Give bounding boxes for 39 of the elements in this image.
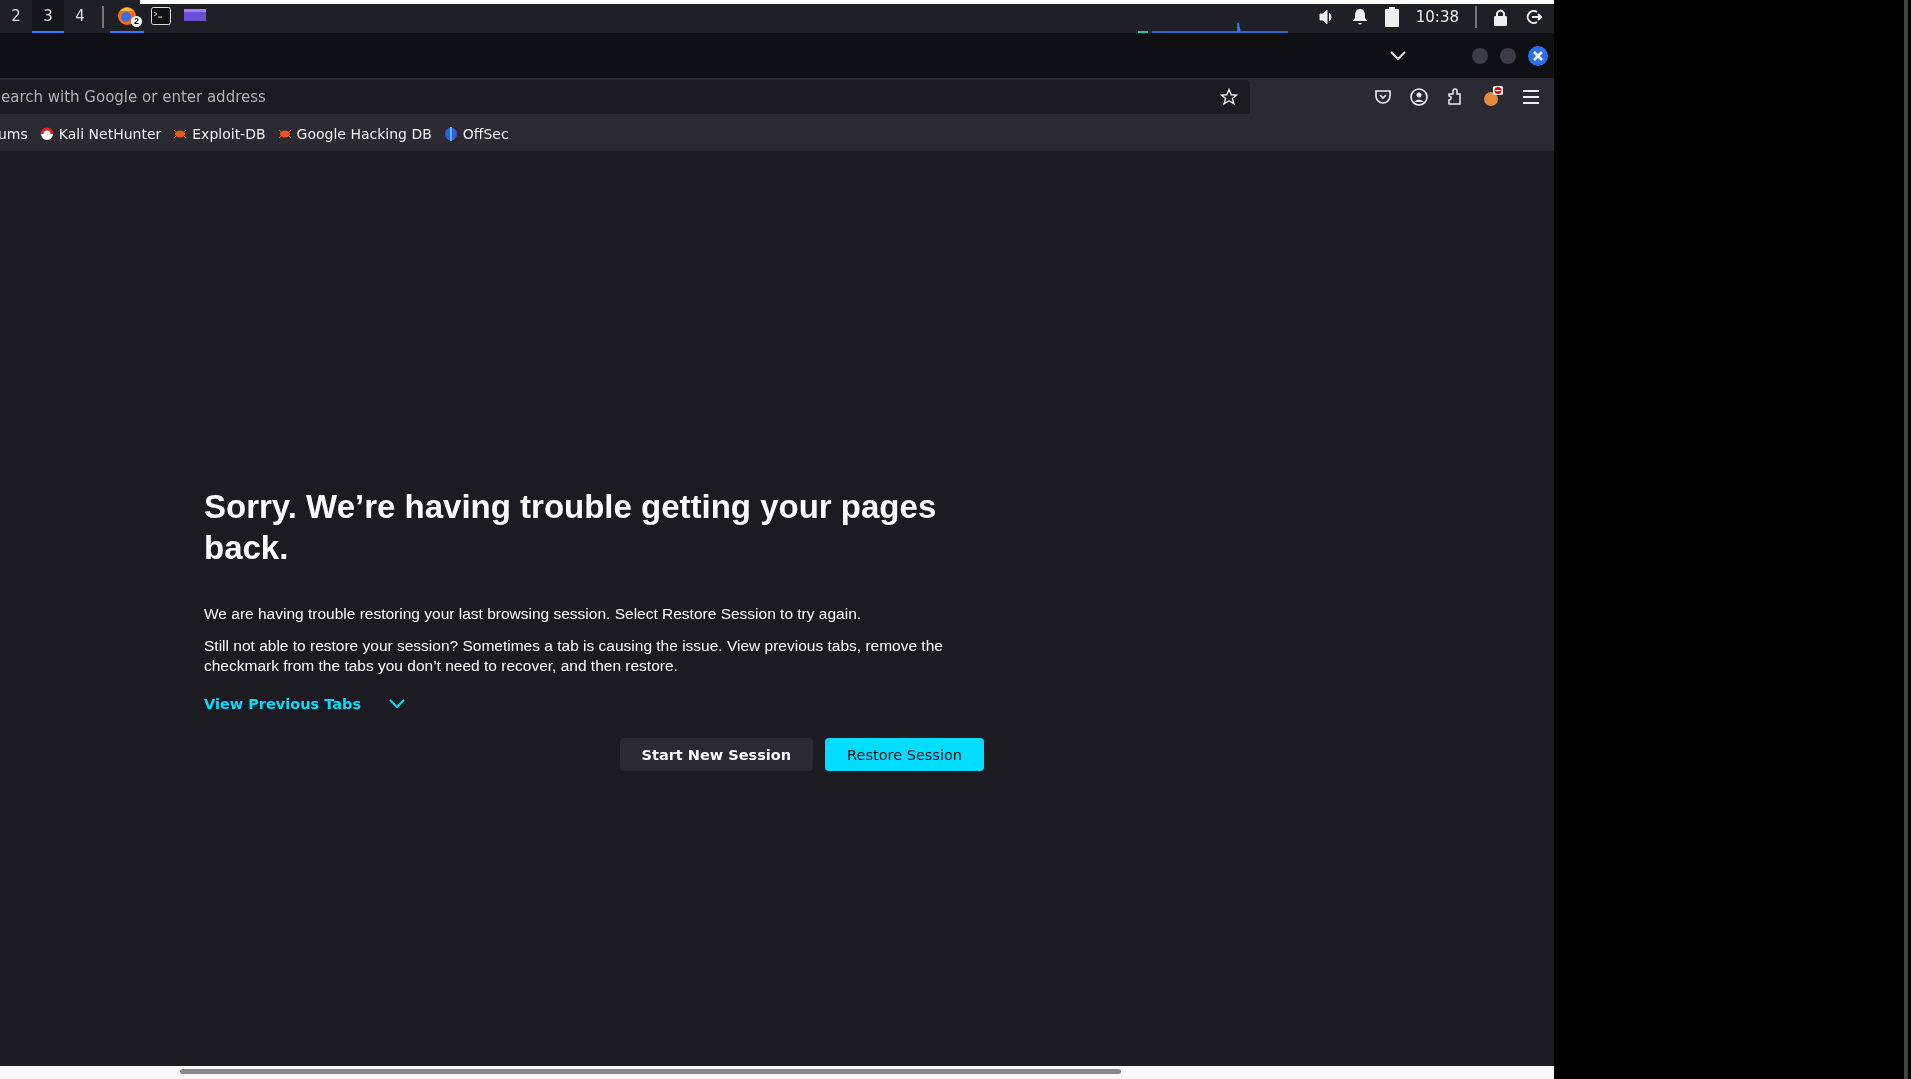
terminal-icon	[151, 6, 171, 25]
bug-icon	[173, 127, 188, 140]
bug-icon	[277, 127, 292, 140]
bookmark-item[interactable]: Exploit-DB	[173, 125, 266, 142]
chevron-down-icon	[389, 699, 406, 710]
browser-icon	[116, 4, 138, 27]
puzzle-icon[interactable]	[1446, 88, 1464, 106]
notification-badge: 2	[131, 16, 142, 27]
offsec-icon	[443, 126, 458, 141]
logout-icon[interactable]	[1524, 7, 1542, 26]
view-previous-tabs-toggle[interactable]: View Previous Tabs	[204, 696, 406, 713]
bookmark-item[interactable]: OffSec	[443, 125, 509, 142]
lock-icon[interactable]	[1493, 7, 1508, 26]
extension-icon[interactable]	[1482, 86, 1504, 108]
star-icon[interactable]	[1220, 88, 1238, 106]
window-icon	[184, 8, 206, 23]
description-text: Still not able to restore your session? Sometimes a tab is causing the issue. View previous tabs, remove the checkmark from the tabs you don’t need to recover, and then restore.	[204, 636, 944, 677]
description-text: We are having trouble restoring your last browsing session. Select Restore Session to try again.	[204, 604, 863, 625]
chevron-down-icon[interactable]	[1390, 50, 1406, 61]
bell-icon[interactable]	[1351, 7, 1368, 26]
close-icon[interactable]	[1528, 45, 1548, 66]
menu-icon[interactable]	[1522, 89, 1540, 105]
bookmark-item[interactable]: Google Hacking DB	[277, 125, 432, 142]
clock[interactable]: 10:38	[1415, 7, 1459, 26]
bookmark-item[interactable]: ums	[0, 125, 28, 142]
workspace-button[interactable]: 2	[0, 0, 32, 33]
restore-session-button[interactable]: Restore Session	[825, 738, 984, 772]
account-icon[interactable]	[1410, 88, 1428, 106]
bookmark-item[interactable]: Kali NetHunter	[39, 125, 162, 142]
battery-icon[interactable]	[1383, 6, 1400, 27]
address-bar[interactable]: earch with Google or enter address	[0, 80, 1250, 114]
scrollbar-thumb[interactable]	[180, 1069, 1121, 1074]
start-new-session-button[interactable]: Start New Session	[619, 738, 814, 772]
nethunter-icon	[39, 126, 54, 141]
scrollbar-track[interactable]	[1904, 0, 1908, 1079]
workspace-button[interactable]: 3	[32, 0, 64, 33]
page-heading: Sorry. We’re having trouble getting your pages back.	[204, 486, 938, 568]
workspace-button[interactable]: 4	[64, 0, 96, 33]
pocket-icon[interactable]	[1374, 88, 1392, 106]
